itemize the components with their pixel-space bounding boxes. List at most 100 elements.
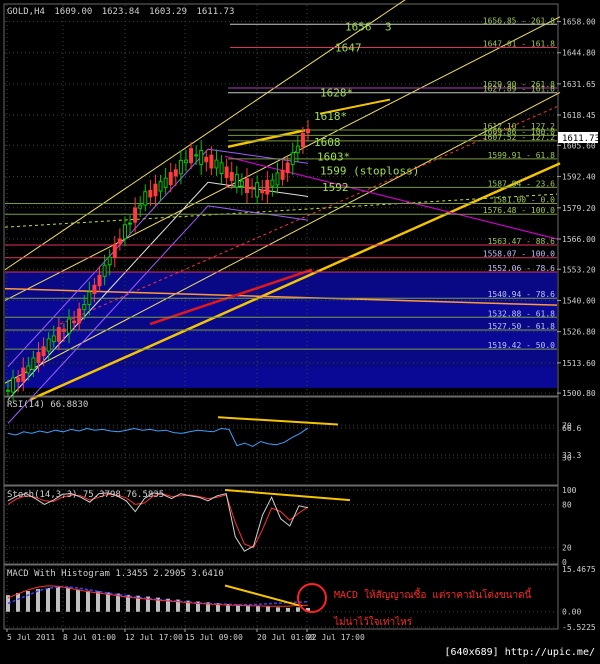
fib-label: 1532.88 - 61.8 <box>488 309 556 318</box>
candle-body <box>209 154 214 169</box>
fib-zone-band <box>5 317 557 330</box>
trading-terminal: 1656.85 - 261.81647.01 - 161.81629.90 - … <box>0 0 600 664</box>
target-label: 1603* <box>317 150 350 163</box>
candle-body <box>11 377 16 393</box>
candle-body <box>290 152 295 165</box>
fib-zone-band <box>5 366 557 388</box>
rsi-tick-label: 66.6 <box>562 424 581 433</box>
candle-body <box>229 172 234 181</box>
candle-body <box>189 148 194 164</box>
fib-label: 1656.85 - 261.8 <box>483 16 555 25</box>
macd-histogram-bar <box>276 607 280 612</box>
fib-label: 1519.42 - 50.0 <box>488 341 556 350</box>
symbol-header: GOLD,H4 1609.00 1623.84 1603.29 1611.73 <box>7 7 234 17</box>
price-tick-label: 1553.20 <box>562 265 596 274</box>
candle-body <box>163 177 168 188</box>
stoch-tick-label: 80 <box>562 500 572 509</box>
candle-body <box>295 145 300 154</box>
candle-body <box>300 133 305 148</box>
candle-body <box>239 180 244 187</box>
price-tick-label: 1618.45 <box>562 111 596 120</box>
time-tick-label: 22 Jul 17:00 <box>307 633 365 642</box>
candle-body <box>143 191 148 206</box>
price-tick-label: 1592.40 <box>562 173 596 182</box>
candle-body <box>250 186 255 189</box>
macd-annotation-line2: ไม่น่าไว้ใจเท่าไหร่ <box>333 616 413 628</box>
candle-body <box>270 179 275 187</box>
macd-histogram-bar <box>16 592 20 612</box>
target-label: 1656 <box>345 20 372 33</box>
macd-title: MACD With Histogram 1.3455 2.2905 3.6410 <box>7 569 224 579</box>
target-label: 1628* <box>320 86 353 99</box>
fib-label: 1581.00 - 0.0 <box>492 196 555 205</box>
stoch-tick-label: 20 <box>562 544 572 553</box>
candle-body <box>260 189 265 194</box>
macd-histogram-bar <box>46 587 50 612</box>
target-label: 1592 <box>322 181 349 194</box>
macd-histogram-bar <box>26 591 30 612</box>
candle-body <box>234 173 239 188</box>
candle-body <box>133 207 138 223</box>
candle-body <box>224 166 229 179</box>
current-price-tag: 1611.73 <box>558 132 600 144</box>
rsi-tick-label: 30 <box>562 454 572 463</box>
candle-body <box>204 156 209 163</box>
fib-label: 1627.89 - 161.8 <box>483 85 555 94</box>
macd-histogram-bar <box>56 586 60 612</box>
macd-tick-label: -5.5225 <box>562 623 596 632</box>
price-tick-label: 1579.20 <box>562 204 596 213</box>
price-tick-label: 1631.65 <box>562 80 596 89</box>
candle-body <box>244 178 249 194</box>
candle-body <box>26 365 31 374</box>
target-label: 1618* <box>314 110 347 123</box>
svg-text:1611.73: 1611.73 <box>562 134 600 144</box>
candle-body <box>280 169 285 180</box>
macd-histogram-bar <box>76 589 80 612</box>
candle-body <box>92 284 97 295</box>
candle-body <box>6 389 10 392</box>
candle-body <box>199 149 204 165</box>
fib-label: 1607.52 - 127.2 <box>483 133 555 142</box>
macd-histogram-bar <box>96 591 100 612</box>
candle-body <box>82 304 87 311</box>
target-label: 1608 <box>314 136 341 149</box>
candle-body <box>21 367 26 382</box>
time-tick-label: 5 Jul 2011 <box>7 633 55 642</box>
fib-label: 1647.01 - 161.8 <box>483 40 555 49</box>
candle-body <box>138 204 143 209</box>
stoch-tick-label: 100 <box>562 486 577 495</box>
macd-histogram-bar <box>106 592 110 612</box>
price-tick-label: 1500.80 <box>562 389 596 398</box>
time-tick-label: 15 Jul 09:00 <box>185 633 243 642</box>
fib-label: 1558.07 - 100.0 <box>483 250 555 259</box>
candle-body <box>214 159 219 169</box>
candle-body <box>173 169 178 177</box>
candle-body <box>122 224 127 240</box>
fib-label: 1527.50 - 61.8 <box>488 322 556 331</box>
candle-body <box>107 256 112 266</box>
candle-body <box>153 183 158 197</box>
macd-histogram-bar <box>66 587 70 612</box>
candle-body <box>51 335 56 343</box>
candle-body <box>265 179 270 195</box>
candle-body <box>67 318 72 334</box>
macd-tick-label: 0.00 <box>562 608 581 617</box>
macd-annotation-line1: MACD ให้สัญญาณซื้อ แต่ราคามันโด่งขนาดนี้ <box>334 587 532 601</box>
fib-label: 1552.06 - 78.6 <box>488 264 556 273</box>
price-tick-label: 1566.00 <box>562 235 596 244</box>
price-tick-label: 1644.80 <box>562 49 596 58</box>
stoch-title: Stoch(14,3,3) 75.3798 76.5835 <box>7 490 164 500</box>
price-tick-label: 1513.60 <box>562 359 596 368</box>
macd-histogram-bar <box>256 605 260 612</box>
candle-body <box>128 222 133 225</box>
macd-histogram-bar <box>296 607 300 612</box>
candle-body <box>306 128 310 134</box>
macd-histogram-bar <box>286 607 290 612</box>
candle-body <box>158 181 163 192</box>
candle-body <box>117 238 122 244</box>
macd-histogram-bar <box>36 589 40 612</box>
candle-body <box>46 338 51 352</box>
rsi-title: RSI(14) 66.8830 <box>7 400 88 410</box>
candle-body <box>168 172 173 186</box>
candle-body <box>194 154 199 157</box>
